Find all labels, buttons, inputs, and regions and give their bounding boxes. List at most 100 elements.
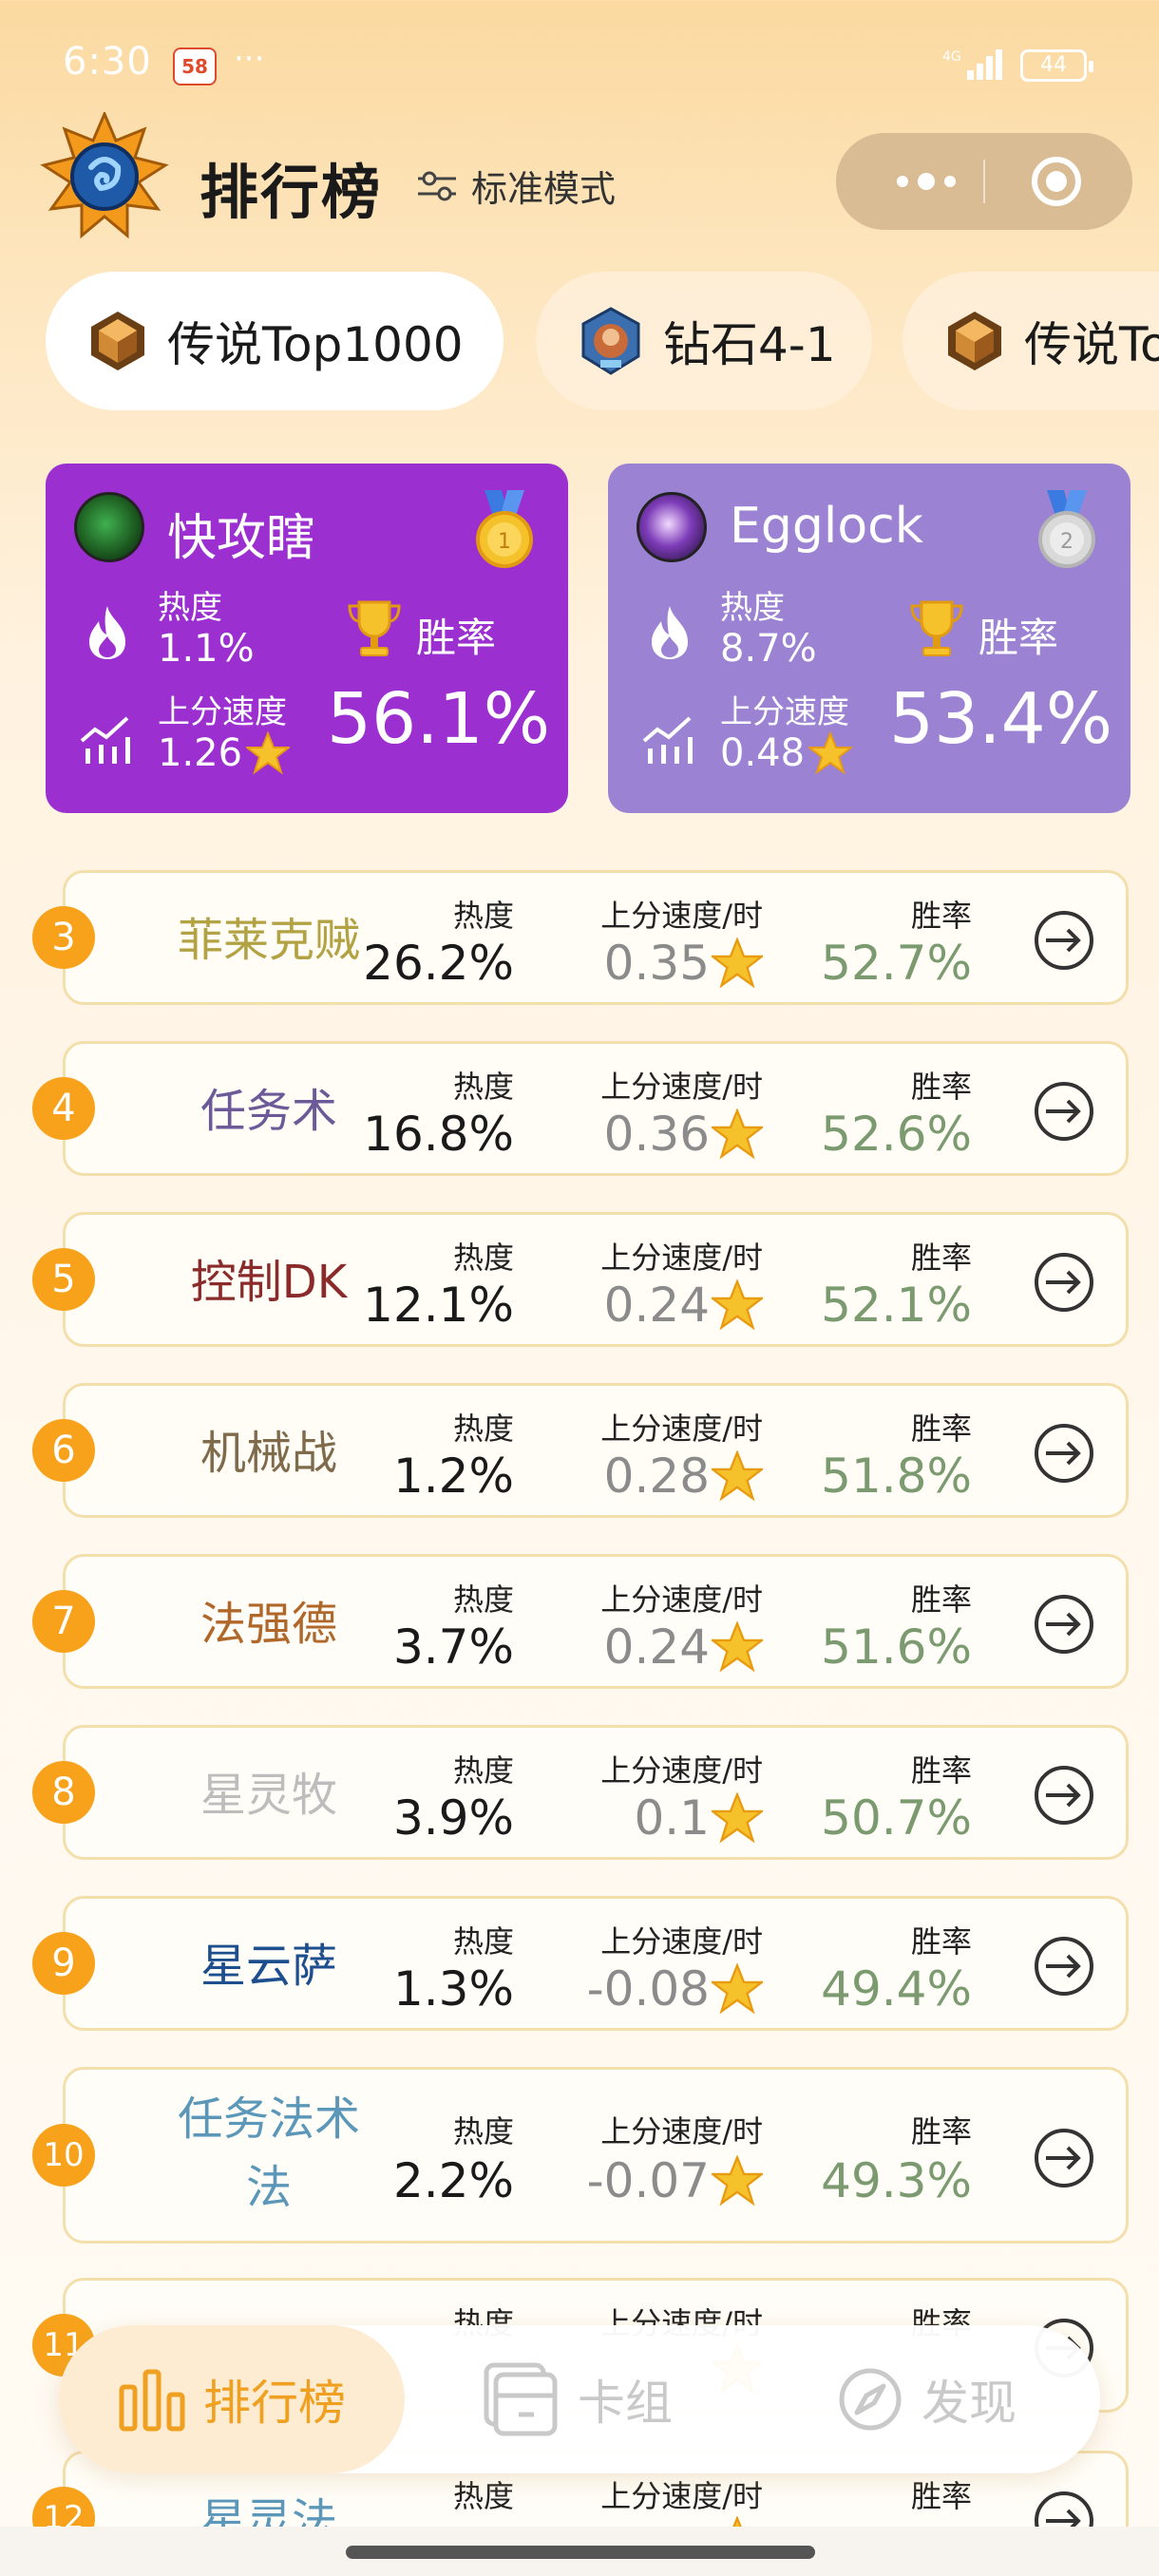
more-menu-button[interactable] (874, 133, 978, 230)
tab-label: 传说Top1000 (167, 317, 464, 372)
arrow-right-circle-icon[interactable] (1033, 1422, 1095, 1485)
heat-value: 8.7% (720, 627, 817, 671)
trend-chart-icon (80, 716, 130, 764)
rank-tabs: 传说Top1000 钻石4-1 传说Top1000 (46, 272, 1159, 410)
speed-label: 上分速度/时 (600, 2113, 763, 2150)
nav-ranking[interactable]: 排行榜 (59, 2325, 405, 2473)
deck-name: 控制DK (190, 1256, 348, 1309)
speed-value: 0.35 (604, 936, 763, 991)
star-icon (808, 731, 853, 775)
tab-label: 传说Top1000 (1024, 317, 1159, 372)
svg-text:1: 1 (498, 530, 511, 554)
signal-icon: 4G (942, 49, 1002, 80)
capsule-divider (983, 160, 985, 203)
tab-legend-top1000-2[interactable]: 传说Top1000 (902, 272, 1159, 410)
heat-label: 热度 (452, 1411, 514, 1447)
legend-rank-icon (946, 310, 1003, 372)
heat-value: 1.1% (158, 627, 255, 671)
compass-icon (839, 2368, 902, 2431)
speed-value: 0.24 (604, 1619, 763, 1675)
arrow-right-circle-icon[interactable] (1033, 1764, 1095, 1827)
winrate-value: 56.1% (327, 678, 551, 760)
winrate-value: 52.6% (821, 1107, 972, 1162)
speed-number: 0.28 (603, 1449, 710, 1504)
winrate-value: 51.8% (821, 1449, 972, 1504)
winrate-value: 49.4% (821, 1961, 972, 2017)
deck-row[interactable]: 机械战 热度 1.2% 上分速度/时 0.28 胜率 51.8% (63, 1383, 1129, 1518)
winrate-label: 胜率 (910, 1240, 972, 1276)
heat-label: 热度 (452, 1582, 514, 1618)
top-deck-card-2[interactable]: Egglock 2 热度 8.7% 上分速度 0.48 胜率 53.4% (608, 464, 1130, 813)
arrow-right-circle-icon[interactable] (1033, 1251, 1095, 1314)
rank-badge: 8 (32, 1761, 95, 1824)
arrow-right-circle-icon[interactable] (1033, 1080, 1095, 1143)
tab-legend-top1000[interactable]: 传说Top1000 (46, 272, 504, 410)
deck-row[interactable]: 菲莱克贼 热度 26.2% 上分速度/时 0.35 胜率 52.7% (63, 870, 1129, 1005)
heat-label: 热度 (452, 2478, 514, 2514)
arrow-right-circle-icon[interactable] (1033, 2127, 1095, 2189)
heat-label: 热度 (452, 1923, 514, 1960)
svg-text:4G: 4G (942, 49, 961, 65)
winrate-label: 胜率 (910, 1411, 972, 1447)
bottom-nav: 排行榜 卡组 发现 (59, 2325, 1100, 2473)
deck-row[interactable]: 星灵牧 热度 3.9% 上分速度/时 0.1 胜率 50.7% (63, 1725, 1129, 1860)
deck-icon (484, 2362, 558, 2436)
winrate-label: 胜率 (416, 615, 497, 661)
speed-label: 上分速度/时 (600, 1069, 763, 1105)
deck-row[interactable]: 任务术 热度 16.8% 上分速度/时 0.36 胜率 52.6% (63, 1041, 1129, 1176)
speed-number: 0.1 (634, 1790, 710, 1846)
nav-label: 卡组 (578, 2376, 673, 2431)
close-miniapp-button[interactable] (1032, 157, 1081, 206)
star-icon (712, 1279, 763, 1331)
heat-label: 热度 (452, 1752, 514, 1789)
arrow-right-circle-icon[interactable] (1033, 1593, 1095, 1656)
heat-label: 热度 (452, 1069, 514, 1105)
heat-label: 热度 (158, 589, 222, 627)
winrate-label: 胜率 (910, 2113, 972, 2150)
deck-row[interactable]: 星云萨 热度 1.3% 上分速度/时 -0.08 胜率 49.4% (63, 1896, 1129, 2031)
mode-label: 标准模式 (471, 168, 617, 210)
battery-icon: 44 (1020, 49, 1093, 82)
legend-rank-icon (89, 310, 146, 372)
speed-label: 上分速度/时 (600, 1752, 763, 1789)
deck-name: 任务术 (200, 1085, 337, 1138)
deck-name: 快攻瞎 (167, 510, 316, 567)
rank-badge: 7 (32, 1590, 95, 1653)
heat-value: 3.7% (392, 1619, 514, 1675)
deck-name: 机械战 (200, 1427, 337, 1480)
heat-label: 热度 (452, 1240, 514, 1276)
rank-badge: 4 (32, 1077, 95, 1140)
speed-value: 0.48 (720, 731, 853, 775)
tab-diamond[interactable]: 钻石4-1 (536, 272, 872, 410)
rank-badge: 10 (32, 2124, 95, 2187)
hero-avatar (636, 492, 707, 562)
mode-switch[interactable]: 标准模式 (416, 160, 616, 212)
trophy-icon (348, 600, 401, 656)
rank-badge: 5 (32, 1248, 95, 1311)
heat-label: 热度 (452, 2113, 514, 2150)
deck-row[interactable]: 任务法术法 热度 2.2% 上分速度/时 -0.07 胜率 49.3% (63, 2067, 1129, 2244)
trophy-icon (910, 600, 963, 656)
top-deck-card-1[interactable]: 快攻瞎 1 热度 1.1% 上分速度 1.26 胜率 56.1% (46, 464, 568, 813)
nav-label: 排行榜 (203, 2376, 346, 2431)
speed-value: 0.1 (634, 1790, 763, 1846)
speed-label: 上分速度/时 (600, 1240, 763, 1276)
trend-chart-icon (642, 716, 693, 764)
heat-value: 16.8% (363, 1107, 514, 1162)
nav-decks[interactable]: 卡组 (481, 2325, 673, 2473)
winrate-value: 50.7% (821, 1790, 972, 1846)
arrow-right-circle-icon[interactable] (1033, 909, 1095, 972)
rank-badge: 6 (32, 1419, 95, 1482)
arrow-right-circle-icon[interactable] (1033, 1935, 1095, 1998)
more-notifications-icon: ··· (234, 40, 265, 78)
nav-discover[interactable]: 发现 (836, 2325, 1016, 2473)
heat-value: 1.2% (392, 1449, 514, 1504)
star-icon (712, 1792, 763, 1844)
heat-value: 26.2% (363, 936, 514, 991)
speed-number: 0.35 (603, 936, 710, 991)
deck-row[interactable]: 控制DK 热度 12.1% 上分速度/时 0.24 胜率 52.1% (63, 1212, 1129, 1347)
speed-number: 0.24 (603, 1619, 710, 1675)
star-icon (712, 1450, 763, 1502)
winrate-value: 52.7% (821, 936, 972, 991)
deck-row[interactable]: 法强德 热度 3.7% 上分速度/时 0.24 胜率 51.6% (63, 1554, 1129, 1689)
